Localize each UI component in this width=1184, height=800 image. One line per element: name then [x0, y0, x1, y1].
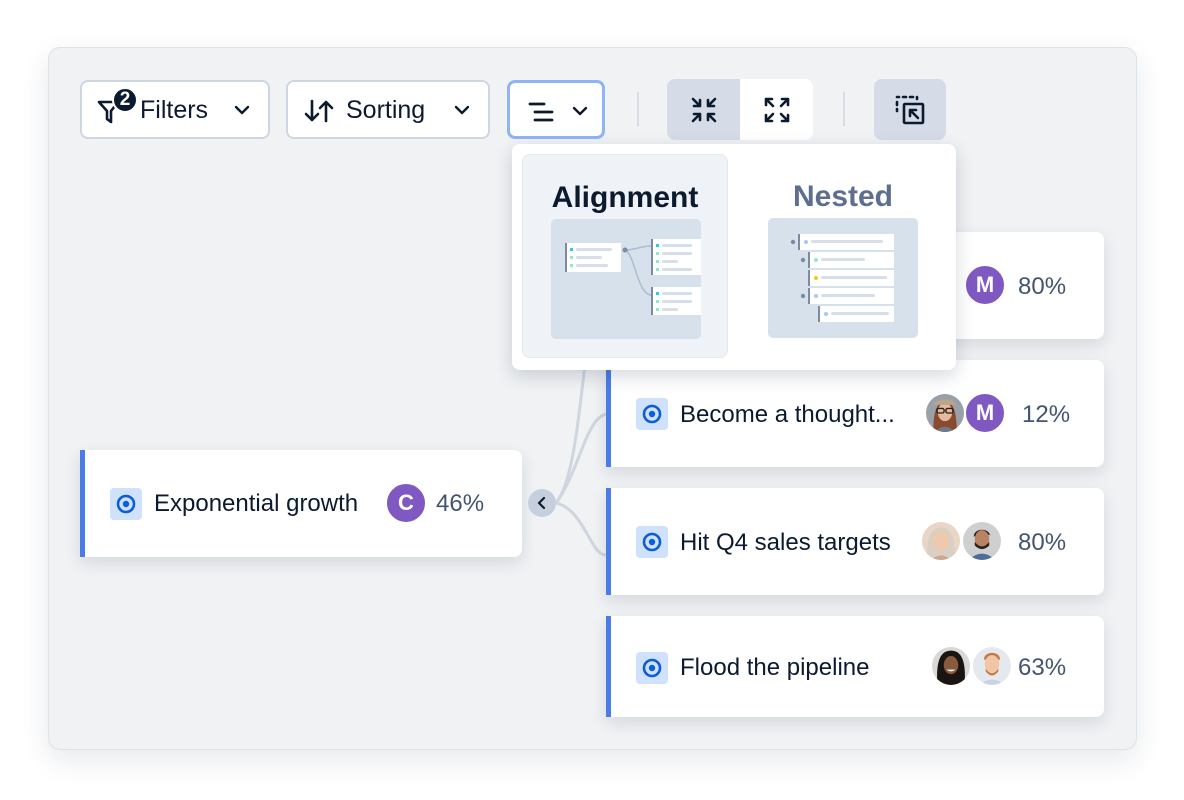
filters-button[interactable]: 2 Filters [80, 80, 270, 139]
goal-title: Hit Q4 sales targets [680, 529, 891, 556]
alignment-tree-illustration [565, 239, 701, 315]
alignment-preview [551, 219, 701, 339]
owner-avatar-photo [971, 645, 1013, 687]
toolbar-divider [637, 92, 639, 126]
sort-arrows-icon [304, 99, 334, 123]
goal-title: Become a thought... [680, 401, 895, 428]
goal-card[interactable]: Flood the pipeline 63% [606, 616, 1104, 717]
person-photo-icon [932, 647, 970, 685]
layout-option-alignment[interactable]: Alignment [522, 154, 728, 358]
owner-avatar: C [385, 482, 427, 524]
person-photo-icon [922, 522, 960, 560]
toolbar-divider [843, 92, 845, 126]
layout-lines-icon [528, 102, 554, 122]
owner-avatar: M [964, 264, 1006, 306]
avatar-initial: M [975, 400, 995, 425]
export-selection-button[interactable] [874, 79, 946, 140]
owner-avatar-photo [930, 645, 972, 687]
goal-progress: 80% [1018, 273, 1067, 300]
collapse-children-button[interactable] [528, 489, 556, 517]
target-icon [636, 652, 668, 684]
filters-label: Filters [140, 96, 209, 124]
collapse-all-icon [691, 97, 716, 122]
chevron-left-icon [537, 496, 546, 510]
goal-card[interactable]: Hit Q4 sales targets 80% [606, 488, 1104, 595]
target-icon [110, 488, 142, 520]
export-selection-icon [895, 95, 925, 124]
sorting-button[interactable]: Sorting [286, 80, 490, 139]
collapse-all-button[interactable] [667, 79, 740, 140]
person-photo-icon [973, 647, 1011, 685]
goal-progress: 12% [1022, 401, 1071, 428]
target-icon [636, 398, 668, 430]
chevron-down-icon [572, 106, 588, 116]
goal-card-parent[interactable]: Exponential growth C 46% [80, 450, 522, 557]
filter-count-badge: 2 [112, 87, 138, 113]
layout-option-nested[interactable]: Nested [740, 154, 946, 358]
option-label: Nested [792, 180, 894, 213]
nested-preview [768, 218, 918, 338]
layout-menu-button[interactable] [507, 80, 605, 139]
goal-progress: 63% [1018, 654, 1067, 681]
target-icon [636, 526, 668, 558]
layout-dropdown: Alignment Nested [512, 144, 956, 370]
nested-list-illustration [790, 234, 894, 322]
goal-progress: 46% [436, 490, 485, 517]
option-label: Alignment [551, 181, 699, 214]
avatar-initial: M [975, 272, 995, 297]
chevron-down-icon [234, 105, 250, 115]
owner-avatar-photo [924, 392, 966, 434]
expand-all-button[interactable] [740, 79, 813, 140]
person-photo-icon [963, 522, 1001, 560]
chevron-down-icon [454, 105, 470, 115]
owner-avatar: M [964, 392, 1006, 434]
avatar-initial: C [398, 490, 414, 515]
person-photo-icon [926, 394, 964, 432]
owner-avatar-photo [961, 520, 1003, 562]
goal-title: Exponential growth [154, 490, 359, 517]
expand-all-icon [764, 97, 789, 122]
goal-title: Flood the pipeline [680, 654, 870, 681]
sorting-label: Sorting [346, 96, 426, 124]
expand-collapse-toggle [667, 79, 813, 140]
goal-progress: 80% [1018, 529, 1067, 556]
goal-card[interactable]: Become a thought... M 12% [606, 360, 1104, 467]
owner-avatar-photo [920, 520, 962, 562]
